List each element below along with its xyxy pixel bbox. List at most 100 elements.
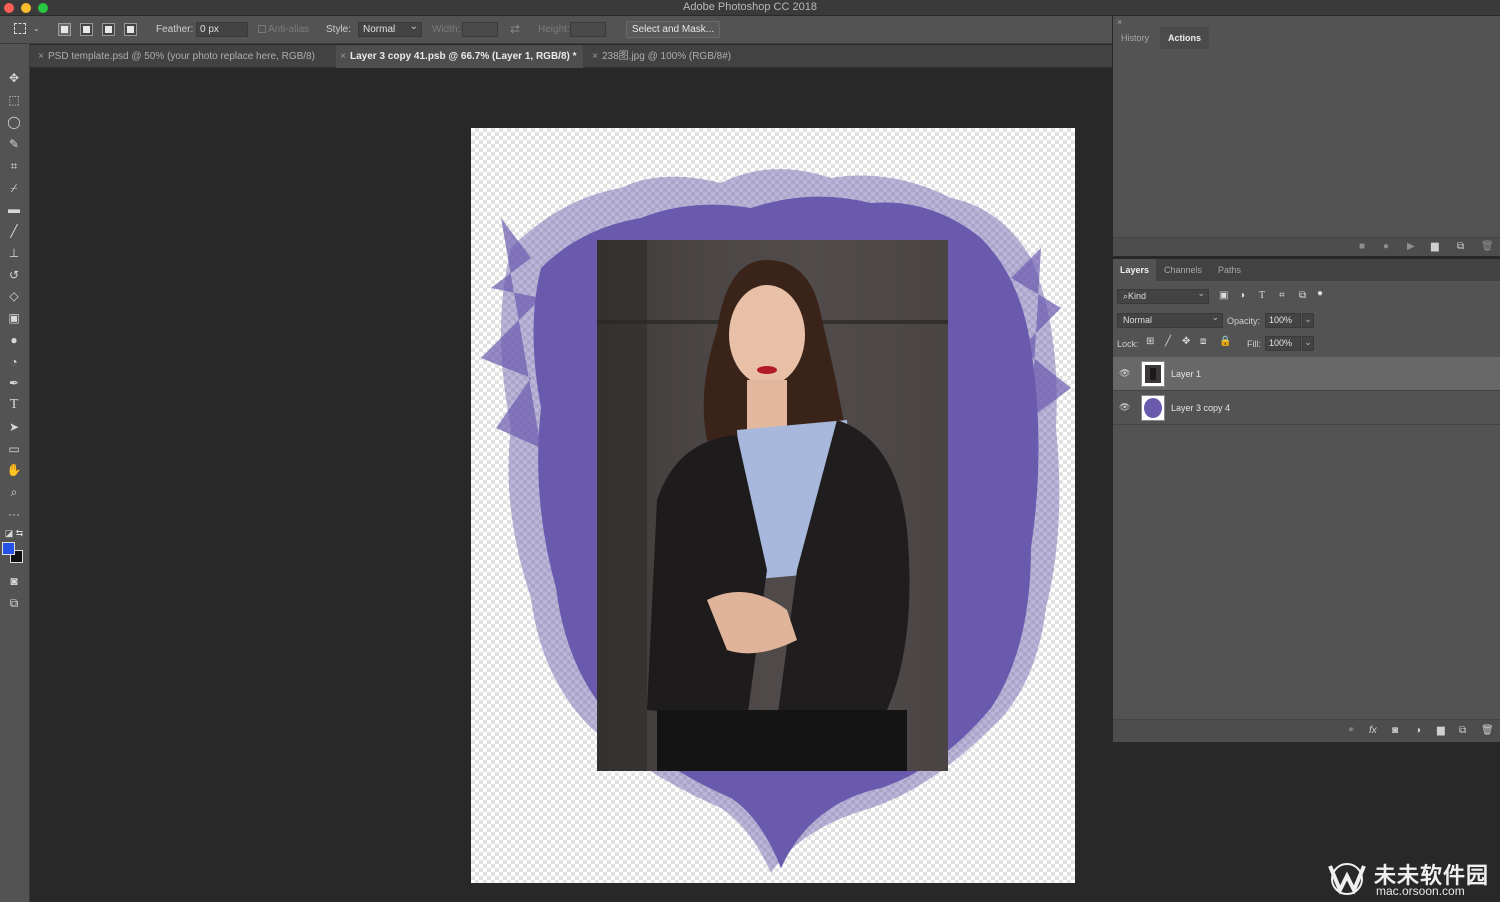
document-tab[interactable]: × 238图.jpg @ 100% (RGB/8#) [588, 45, 737, 68]
eye-icon[interactable]: 👁 [1119, 402, 1131, 412]
width-label: Width: [432, 24, 461, 35]
portrait-photo [597, 240, 948, 771]
lock-position-icon[interactable]: ✥ [1182, 336, 1190, 347]
lock-transparent-icon[interactable]: ⊞ [1146, 336, 1154, 347]
tab-paths[interactable]: Paths [1211, 259, 1248, 281]
zoom-icon[interactable]: ⌕ [4, 483, 24, 501]
screen-mode-icon[interactable]: ⧉ [4, 594, 24, 612]
adjustment-filter-icon[interactable]: ◑ [1239, 290, 1245, 301]
new-selection-button[interactable] [58, 23, 71, 36]
lock-label: Lock: [1117, 339, 1139, 349]
quick-select-icon[interactable]: ✎ [4, 135, 24, 153]
blur-icon[interactable]: ● [4, 331, 24, 349]
filter-toggle-icon[interactable]: ● [1317, 288, 1323, 299]
link-layers-icon[interactable]: ⚭ [1347, 725, 1355, 736]
close-tab-icon[interactable]: × [34, 45, 48, 68]
layer-thumbnail [1141, 361, 1165, 387]
opacity-chevron-icon[interactable]: ⌄ [1302, 313, 1314, 328]
close-tab-icon[interactable]: × [336, 45, 350, 68]
eraser-icon[interactable]: ◇ [4, 287, 24, 305]
type-filter-icon[interactable]: T [1259, 290, 1265, 301]
close-tab-icon[interactable]: × [588, 45, 602, 68]
filter-kind-label: Kind [1128, 291, 1147, 301]
close-panel-icon[interactable]: × [1117, 17, 1122, 27]
dodge-icon[interactable]: ◔ [4, 353, 24, 371]
feather-input[interactable]: 0 px [196, 22, 248, 37]
pen-icon[interactable]: ✒ [4, 374, 24, 392]
add-to-selection-button[interactable] [80, 23, 93, 36]
gradient-icon[interactable]: ▣ [4, 309, 24, 327]
lock-image-icon[interactable]: ╱ [1165, 336, 1171, 347]
default-colors-icon[interactable]: ◪ ⇆ [4, 524, 24, 542]
chevron-down-icon[interactable]: ⌄ [33, 24, 40, 33]
checkbox-icon [258, 25, 266, 33]
foreground-color-swatch[interactable] [2, 542, 15, 555]
intersect-selection-button[interactable] [124, 23, 137, 36]
layer-thumbnail [1141, 395, 1165, 421]
lasso-tool-icon[interactable]: ◯ [4, 113, 24, 131]
swap-width-height-icon[interactable]: ⇄ [510, 22, 520, 36]
new-set-folder-icon[interactable]: ▆ [1431, 241, 1439, 252]
type-icon[interactable]: T [4, 396, 24, 414]
path-select-icon[interactable]: ➤ [4, 418, 24, 436]
new-group-folder-icon[interactable]: ▆ [1437, 725, 1445, 736]
lock-artboard-icon[interactable]: ⧈ [1200, 336, 1206, 347]
anti-alias-checkbox[interactable]: Anti-alias [258, 24, 309, 35]
trash-icon[interactable]: 🗑 [1481, 241, 1494, 252]
clone-stamp-icon[interactable]: ⊥ [4, 244, 24, 262]
eyedropper-icon[interactable]: ⌿ [4, 179, 24, 197]
tab-channels[interactable]: Channels [1157, 259, 1209, 281]
tab-layers[interactable]: Layers [1113, 259, 1157, 281]
fill-chevron-icon[interactable]: ⌄ [1302, 336, 1314, 351]
move-tool-icon[interactable]: ✥ [4, 69, 24, 87]
width-input[interactable] [462, 22, 498, 37]
eye-icon[interactable]: 👁 [1119, 368, 1131, 378]
marquee-tool-preset-icon[interactable] [14, 23, 26, 34]
style-select[interactable]: Normal [358, 21, 422, 37]
history-brush-icon[interactable]: ↺ [4, 266, 24, 284]
layer-name: Layer 3 copy 4 [1171, 403, 1231, 413]
record-icon[interactable]: ● [1383, 241, 1389, 252]
document-tab[interactable]: × PSD template.psd @ 50% (your photo repl… [34, 45, 321, 68]
layers-tab-bar: Layers Channels Paths [1113, 259, 1500, 281]
opacity-input[interactable]: 100% [1265, 313, 1301, 328]
layer-filter-select[interactable]: ⌕Kind [1117, 288, 1209, 304]
shape-filter-icon[interactable]: ⌗ [1279, 290, 1285, 301]
new-action-icon[interactable]: ⧉ [1457, 241, 1464, 252]
layer-row[interactable]: 👁 Layer 3 copy 4 [1113, 391, 1500, 425]
tab-history[interactable]: History [1113, 27, 1157, 49]
marquee-tool-icon[interactable]: ⬚ [4, 91, 24, 109]
hand-icon[interactable]: ✋ [4, 461, 24, 479]
app-title: Adobe Photoshop CC 2018 [683, 1, 817, 13]
stop-icon[interactable]: ■ [1359, 241, 1365, 252]
adjustment-layer-icon[interactable]: ◑ [1415, 725, 1421, 736]
subtract-from-selection-button[interactable] [102, 23, 115, 36]
add-mask-icon[interactable]: ◙ [1392, 725, 1398, 736]
select-and-mask-button[interactable]: Select and Mask... [626, 21, 720, 38]
more-tools-icon[interactable]: ··· [4, 505, 24, 523]
document-tab-active[interactable]: × Layer 3 copy 41.psb @ 66.7% (Layer 1, R… [336, 45, 583, 68]
tab-label: 238图.jpg @ 100% (RGB/8#) [602, 51, 732, 62]
lock-all-icon[interactable]: 🔒 [1219, 336, 1231, 347]
fill-input[interactable]: 100% [1265, 336, 1301, 351]
document-canvas[interactable] [471, 128, 1075, 883]
title-bar: Adobe Photoshop CC 2018 [0, 0, 1500, 16]
pixel-layer-filter-icon[interactable]: ▣ [1219, 290, 1228, 301]
trash-icon[interactable]: 🗑 [1481, 725, 1494, 736]
layer-row[interactable]: 👁 Layer 1 [1113, 357, 1500, 391]
options-bar: ⌄ Feather: 0 px Anti-alias Style: Normal… [0, 16, 1112, 44]
right-panel-dock: × History Actions ■ ● ▶ ▆ ⧉ 🗑 Layers Cha… [1112, 16, 1500, 902]
smart-object-filter-icon[interactable]: ⧉ [1299, 290, 1306, 301]
fx-icon[interactable]: fx [1369, 725, 1377, 736]
history-actions-panel: × History Actions ■ ● ▶ ▆ ⧉ 🗑 [1113, 16, 1500, 256]
crop-tool-icon[interactable]: ⌗ [4, 157, 24, 175]
tab-actions[interactable]: Actions [1160, 27, 1210, 49]
brush-icon[interactable]: ╱ [4, 222, 24, 240]
healing-brush-icon[interactable]: ▬ [4, 200, 24, 218]
rectangle-icon[interactable]: ▭ [4, 440, 24, 458]
play-icon[interactable]: ▶ [1407, 241, 1415, 252]
height-input[interactable] [570, 22, 606, 37]
new-layer-icon[interactable]: ⧉ [1459, 725, 1466, 736]
quick-mask-icon[interactable]: ◙ [4, 572, 24, 590]
blend-mode-select[interactable]: Normal [1117, 312, 1223, 328]
